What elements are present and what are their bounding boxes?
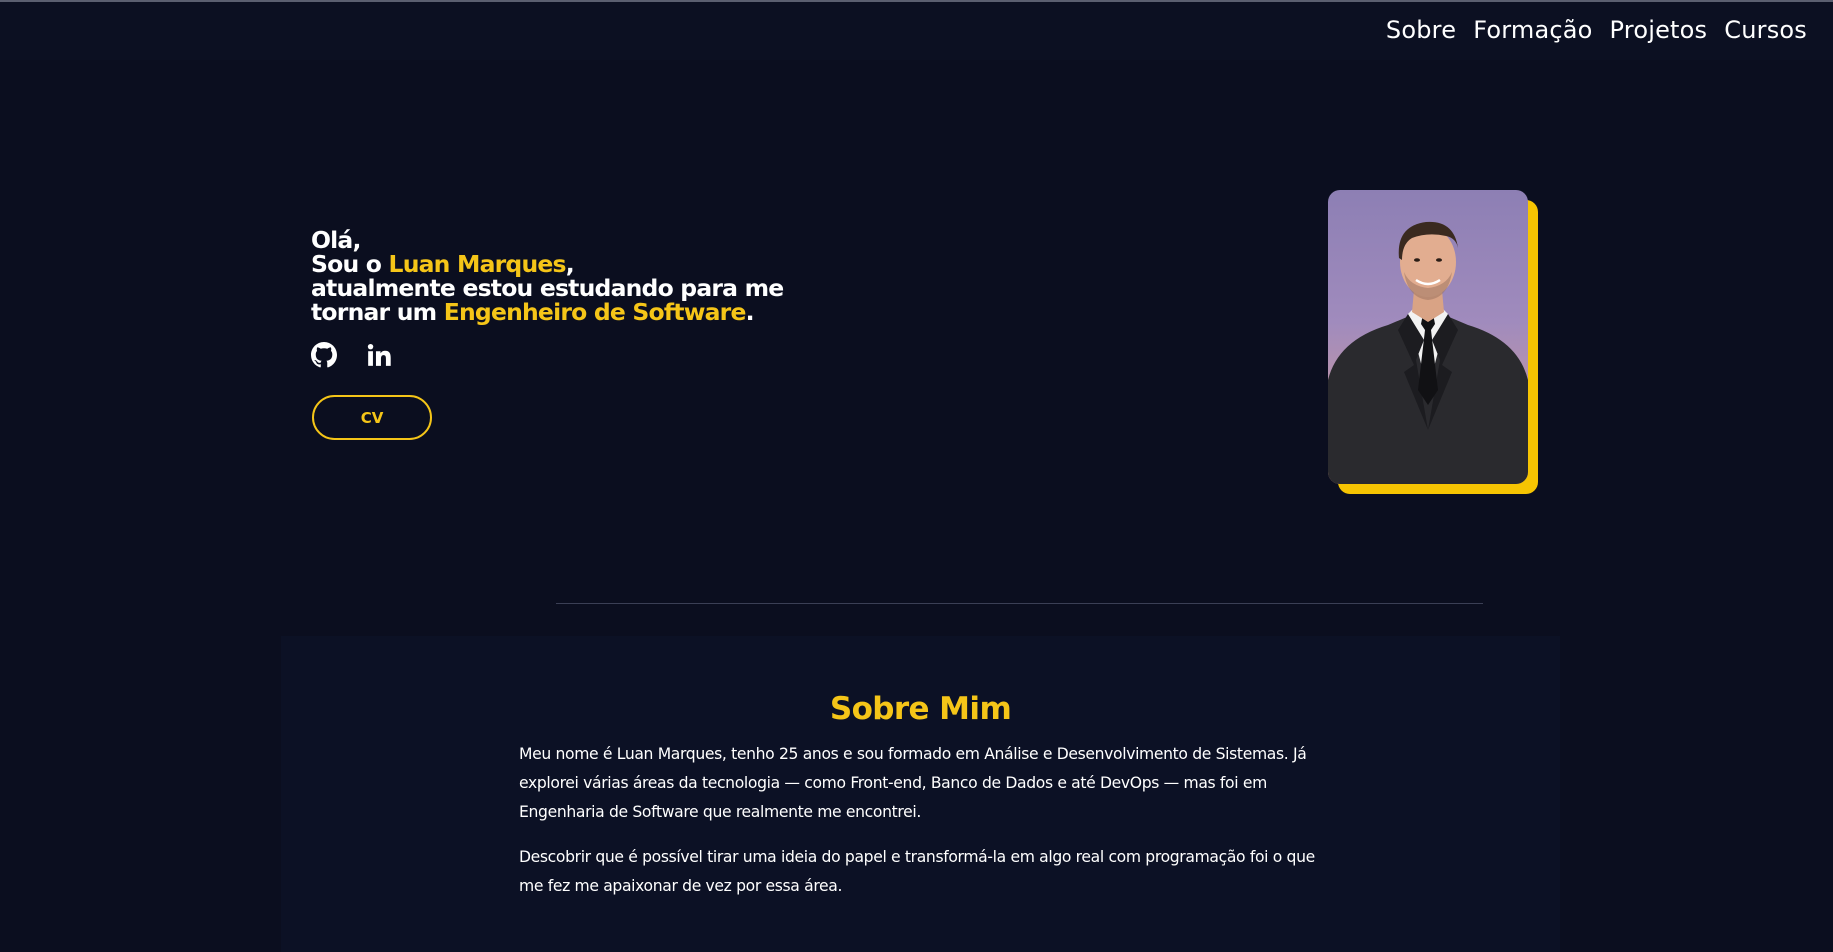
profile-photo <box>1328 190 1528 484</box>
about-body: Meu nome é Luan Marques, tenho 25 anos e… <box>519 740 1329 917</box>
linkedin-icon[interactable] <box>366 342 392 368</box>
hero-line-studying: atualmente estou estudando para me <box>311 274 784 302</box>
about-section: Sobre Mim Meu nome é Luan Marques, tenho… <box>281 636 1560 952</box>
hero-greeting: Olá, <box>311 226 361 254</box>
navbar: Sobre Formação Projetos Cursos <box>0 2 1833 60</box>
nav-link-projetos[interactable]: Projetos <box>1610 16 1708 44</box>
hero-role-prefix: tornar um <box>311 298 444 326</box>
profile-photo-illustration <box>1328 221 1528 484</box>
nav-link-cursos[interactable]: Cursos <box>1724 16 1807 44</box>
hero-intro: Olá, Sou o Luan Marques, atualmente esto… <box>311 226 784 324</box>
section-divider <box>556 603 1483 604</box>
about-title: Sobre Mim <box>829 691 1012 727</box>
about-paragraph: Descobrir que é possível tirar uma ideia… <box>519 848 1315 895</box>
hero-role: Engenheiro de Software <box>443 298 747 326</box>
github-icon[interactable] <box>311 342 337 368</box>
nav-link-formacao[interactable]: Formação <box>1473 16 1592 44</box>
hero-intro-line: Sou o Luan Marques, <box>311 252 783 276</box>
nav-link-sobre[interactable]: Sobre <box>1386 16 1456 44</box>
nav-links: Sobre Formação Projetos Cursos <box>1386 16 1807 44</box>
social-links <box>311 342 392 368</box>
hero-role-suffix: . <box>745 298 755 326</box>
about-paragraph: Meu nome é Luan Marques, tenho 25 anos e… <box>519 745 1307 821</box>
hero-role-line: tornar um Engenheiro de Software. <box>311 300 783 324</box>
portfolio-page: Sobre Formação Projetos Cursos Olá, Sou … <box>0 0 1833 952</box>
cv-button[interactable]: CV <box>312 395 432 440</box>
